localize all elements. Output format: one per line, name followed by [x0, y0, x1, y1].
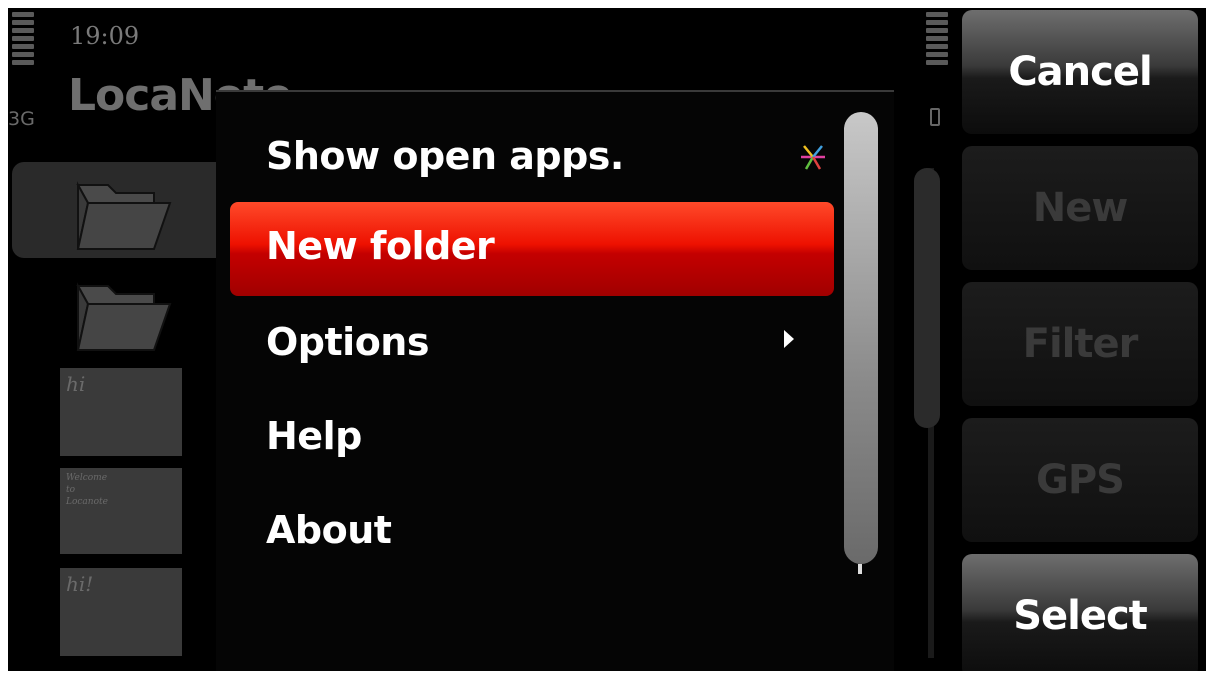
menu-item-label: Help: [266, 414, 362, 458]
menu-scrollbar-end: [858, 564, 862, 574]
menu-item-help[interactable]: Help: [230, 392, 834, 484]
battery-icon: [930, 108, 940, 126]
note-thumbnail[interactable]: hi!: [60, 568, 182, 656]
menu-item-new-folder[interactable]: New folder: [230, 202, 834, 296]
phone-screen: 3G 19:09 LocaNote hi Welcome to Locanote…: [8, 8, 1206, 671]
menu-item-about[interactable]: About: [230, 486, 834, 578]
note-thumbnail[interactable]: hi: [60, 368, 182, 456]
menu-item-label: About: [266, 508, 392, 552]
task-switcher-icon: [801, 145, 825, 170]
new-button[interactable]: New: [962, 146, 1198, 270]
submenu-arrow-icon: [784, 330, 794, 348]
menu-item-show-open-apps[interactable]: Show open apps.: [230, 112, 834, 204]
note-thumbnail[interactable]: Welcome to Locanote: [60, 468, 182, 554]
list-scrollbar-thumb[interactable]: [914, 168, 940, 428]
folder-icon[interactable]: [66, 274, 176, 354]
options-menu: Show open apps. New folder Options Help …: [216, 90, 894, 671]
battery-level-icon: [926, 12, 948, 65]
menu-item-label: Show open apps.: [266, 134, 624, 178]
folder-icon[interactable]: [66, 173, 176, 253]
note-thumbnail-text: Welcome to Locanote: [66, 473, 108, 507]
note-thumbnail-text: hi!: [66, 572, 94, 596]
gps-button[interactable]: GPS: [962, 418, 1198, 542]
menu-item-options[interactable]: Options: [230, 298, 834, 390]
menu-item-label: Options: [266, 320, 429, 364]
note-thumbnail-text: hi: [66, 372, 86, 396]
filter-button[interactable]: Filter: [962, 282, 1198, 406]
cancel-button[interactable]: Cancel: [962, 10, 1198, 134]
menu-item-label: New folder: [266, 224, 495, 268]
menu-scrollbar[interactable]: [844, 112, 878, 564]
select-button[interactable]: Select: [962, 554, 1198, 671]
